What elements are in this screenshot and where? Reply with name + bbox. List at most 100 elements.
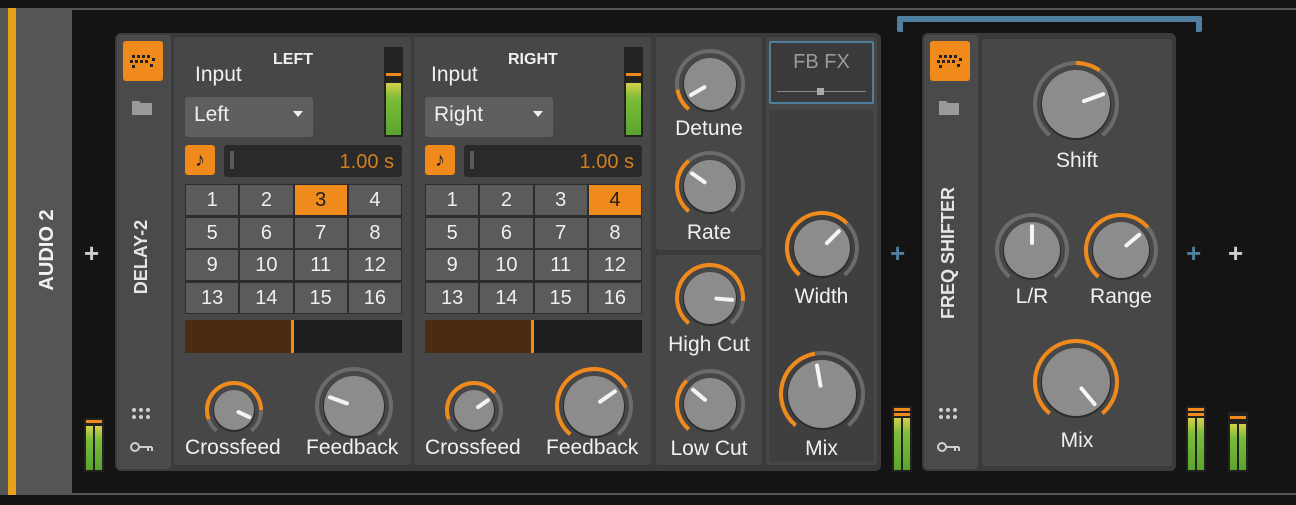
- fb-fx-slot[interactable]: FB FX: [769, 41, 874, 104]
- left-step-5[interactable]: 5: [186, 217, 239, 248]
- left-step-9[interactable]: 9: [186, 250, 239, 280]
- range-label: Range: [1090, 285, 1152, 308]
- freq-shifter-device-icon[interactable]: [930, 41, 970, 81]
- left-step-12[interactable]: 12: [348, 250, 401, 280]
- container-bracket: [897, 16, 1202, 32]
- shift-label: Shift: [1055, 149, 1099, 172]
- high-cut-label: High Cut: [668, 333, 750, 356]
- right-crossfeed-label: Crossfeed: [425, 436, 521, 459]
- left-step-11[interactable]: 11: [294, 250, 347, 280]
- high-cut-knob[interactable]: [670, 262, 750, 334]
- delay-device-name: DELAY-2: [131, 219, 151, 295]
- right-step-7[interactable]: 7: [534, 217, 587, 248]
- left-step-1[interactable]: 1: [186, 185, 239, 215]
- right-delay-time-value: 1.00 s: [579, 151, 634, 173]
- fb-fx-label: FB FX: [793, 51, 850, 73]
- right-step-14[interactable]: 14: [480, 282, 533, 313]
- left-delay-time-value: 1.00 s: [339, 151, 394, 173]
- right-step-9[interactable]: 9: [426, 250, 479, 280]
- right-step-15[interactable]: 15: [534, 282, 587, 313]
- left-crossfeed-label: Crossfeed: [185, 436, 281, 459]
- fb-fx-amount-handle[interactable]: [817, 88, 824, 95]
- right-input-label: Input: [431, 63, 478, 86]
- right-step-11[interactable]: 11: [534, 250, 587, 280]
- left-crossfeed-knob[interactable]: [202, 380, 266, 444]
- left-step-10[interactable]: 10: [240, 250, 293, 280]
- low-cut-knob[interactable]: [670, 368, 750, 440]
- left-step-4[interactable]: 4: [348, 185, 401, 215]
- left-feedback-label: Feedback: [306, 436, 399, 459]
- track-name: AUDIO 2: [36, 209, 58, 291]
- left-step-15[interactable]: 15: [294, 282, 347, 313]
- freq-shifter-folder-icon[interactable]: [938, 98, 960, 116]
- right-step-position-bar: [425, 320, 642, 353]
- lr-label: L/R: [1015, 285, 1049, 308]
- freq-shifter-mix-label: Mix: [1060, 429, 1094, 452]
- left-step-3[interactable]: 3: [294, 185, 347, 215]
- low-cut-label: Low Cut: [670, 437, 748, 460]
- left-step-6[interactable]: 6: [240, 217, 293, 248]
- left-step-7[interactable]: 7: [294, 217, 347, 248]
- right-step-3[interactable]: 3: [534, 185, 587, 215]
- folder-icon[interactable]: [131, 98, 153, 116]
- left-step-14[interactable]: 14: [240, 282, 293, 313]
- right-feedback-label: Feedback: [546, 436, 639, 459]
- right-step-13[interactable]: 13: [426, 282, 479, 313]
- track-color-strip: [8, 8, 16, 495]
- input-level-meter: [84, 418, 104, 472]
- device-icon[interactable]: [123, 41, 163, 81]
- right-step-16[interactable]: 16: [588, 282, 641, 313]
- right-feedback-knob[interactable]: [554, 366, 634, 446]
- freq-shifter-modulator-dots-icon[interactable]: [938, 405, 960, 423]
- delay-output-meter: [892, 406, 912, 472]
- left-step-8[interactable]: 8: [348, 217, 401, 248]
- left-step-13[interactable]: 13: [186, 282, 239, 313]
- shift-knob[interactable]: [1028, 60, 1124, 150]
- left-step-2[interactable]: 2: [240, 185, 293, 215]
- add-device-button-3[interactable]: +: [1186, 240, 1201, 266]
- freq-shifter-output-meter: [1186, 406, 1206, 472]
- right-step-12[interactable]: 12: [588, 250, 641, 280]
- right-step-8[interactable]: 8: [588, 217, 641, 248]
- right-step-5[interactable]: 5: [426, 217, 479, 248]
- add-device-button-4[interactable]: +: [1228, 240, 1243, 266]
- add-device-button-1[interactable]: +: [84, 240, 99, 266]
- left-step-position-bar: [185, 320, 402, 353]
- right-step-4[interactable]: 4: [588, 185, 641, 215]
- left-feedback-knob[interactable]: [314, 366, 394, 446]
- right-step-1[interactable]: 1: [426, 185, 479, 215]
- left-input-label: Input: [195, 63, 242, 86]
- right-channel-title: RIGHT: [508, 51, 558, 68]
- rate-knob[interactable]: [670, 150, 750, 222]
- left-level-meter: [384, 47, 403, 137]
- right-step-2[interactable]: 2: [480, 185, 533, 215]
- width-label: Width: [794, 285, 849, 308]
- lr-knob[interactable]: [992, 212, 1072, 288]
- right-step-10[interactable]: 10: [480, 250, 533, 280]
- right-input-dropdown[interactable]: Right: [425, 97, 553, 137]
- left-input-value: Left: [194, 103, 230, 126]
- track-header[interactable]: AUDIO 2: [0, 8, 72, 495]
- detune-knob[interactable]: [670, 48, 750, 120]
- freq-shifter-mix-knob[interactable]: [1028, 338, 1124, 428]
- left-input-dropdown[interactable]: Left: [185, 97, 313, 137]
- routing-key-icon[interactable]: [130, 440, 154, 454]
- left-note-sync-icon[interactable]: ♪: [185, 145, 215, 175]
- left-delay-time[interactable]: 1.00 s: [224, 145, 402, 177]
- right-input-value: Right: [434, 103, 484, 126]
- width-knob[interactable]: [782, 210, 862, 286]
- right-delay-time[interactable]: 1.00 s: [464, 145, 642, 177]
- modulator-dots-icon[interactable]: [131, 405, 153, 423]
- left-step-grid: 1 2 3 4 5 6 7 8 9 10 11 12 13 14 15 16: [185, 184, 402, 314]
- track-output-meter: [1228, 412, 1248, 472]
- rate-label: Rate: [686, 221, 732, 244]
- right-note-sync-icon[interactable]: ♪: [425, 145, 455, 175]
- add-device-button-2[interactable]: +: [890, 240, 905, 266]
- right-step-6[interactable]: 6: [480, 217, 533, 248]
- left-step-16[interactable]: 16: [348, 282, 401, 313]
- right-crossfeed-knob[interactable]: [442, 380, 506, 444]
- track-top-border: [72, 8, 1296, 10]
- freq-shifter-routing-key-icon[interactable]: [937, 440, 961, 454]
- delay-mix-knob[interactable]: [774, 350, 870, 440]
- range-knob[interactable]: [1081, 212, 1161, 288]
